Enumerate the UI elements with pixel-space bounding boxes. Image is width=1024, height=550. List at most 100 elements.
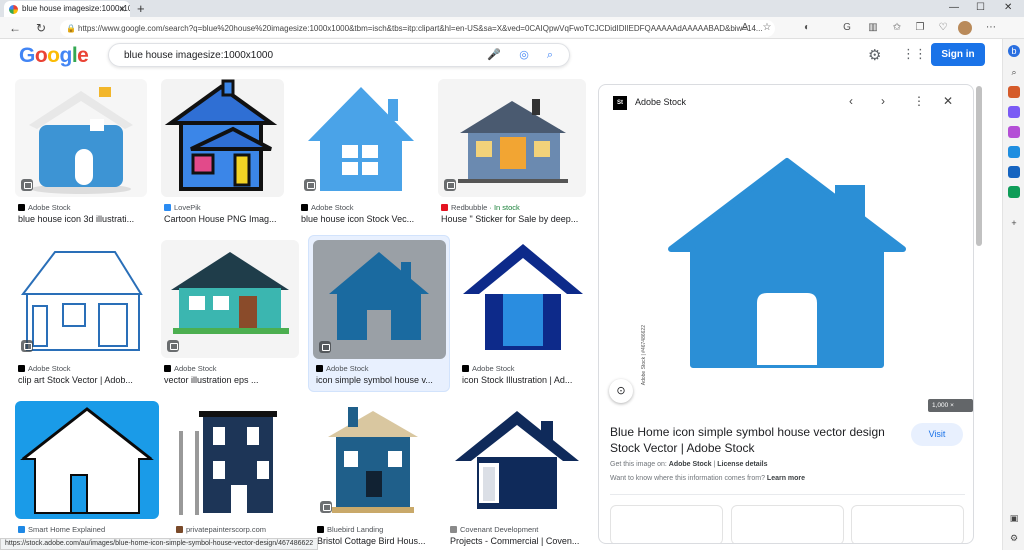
result-thumbnail-8[interactable] [459,240,587,358]
result-source[interactable]: Adobe Stock [18,364,71,373]
result-thumbnail-6[interactable] [161,240,299,358]
get-image-source-link[interactable]: Adobe Stock [669,461,712,468]
preview-image[interactable] [641,121,933,413]
search-icon[interactable]: ⌕ [543,48,557,62]
image-title[interactable]: Blue Home icon simple symbol house vecto… [610,424,905,456]
result-caption[interactable]: vector illustration eps ... [164,375,298,385]
split-screen-icon[interactable]: ▥ [866,21,880,35]
previous-result-icon[interactable]: ‹ [849,94,853,108]
panel-scrollbar[interactable] [976,86,982,246]
outlook-icon[interactable] [1008,166,1020,178]
tab-title: blue house imagesize:1000x100 [22,4,130,13]
sign-in-button[interactable]: Sign in [931,43,985,66]
minimize-button[interactable]: — [949,0,959,16]
result-caption[interactable]: blue house icon 3d illustrati... [18,214,152,224]
logo-letter: e [77,44,89,67]
result-caption[interactable]: icon simple symbol house v... [316,375,446,385]
tab-close-icon[interactable]: ✕ [118,1,126,17]
refresh-icon[interactable]: ↻ [36,20,46,36]
related-image-thumbnail[interactable] [610,505,723,543]
result-thumbnail-9[interactable] [15,401,159,519]
refresh-extension-icon[interactable]: G [840,21,854,35]
result-source[interactable]: Adobe Stock [316,364,369,373]
shopping-icon[interactable] [1008,86,1020,98]
result-source[interactable]: Redbubble · In stock [441,203,520,212]
result-caption[interactable]: icon Stock Illustration | Ad... [462,375,587,385]
result-thumbnail-2[interactable] [161,79,284,197]
visual-search-lens-icon[interactable]: ⊙ [609,379,633,403]
sidebar-settings-icon[interactable]: ⚙ [1008,532,1020,544]
favorite-star-icon[interactable]: ☆ [760,21,774,35]
result-source[interactable]: Covenant Development [450,525,538,534]
copilot-icon[interactable]: b [1008,45,1020,57]
microsoft365-icon[interactable] [1008,146,1020,158]
result-source[interactable]: privatepainterscorp.com [176,525,266,534]
google-logo[interactable]: Google [19,44,89,68]
result-source[interactable]: LovePik [164,203,201,212]
extension-icon[interactable]: ◐ [800,21,814,35]
related-image-thumbnail[interactable] [731,505,844,543]
search-box[interactable]: blue house imagesize:1000x1000 🎤 ◎ ⌕ [108,43,570,67]
result-source[interactable]: Adobe Stock [164,364,217,373]
next-result-icon[interactable]: › [881,94,885,108]
more-menu-icon[interactable]: ⋯ [984,21,998,35]
result-caption[interactable]: Projects - Commercial | Coven... [450,536,587,546]
source-favicon-icon [18,204,25,211]
result-caption[interactable]: House " Sticker for Sale by deep... [441,214,586,224]
result-source-name: Adobe Stock [311,203,354,212]
settings-gear-icon[interactable]: ⚙ [868,46,881,64]
result-source[interactable]: Adobe Stock [18,203,71,212]
result-caption[interactable]: clip art Stock Vector | Adob... [18,375,148,385]
sidebar-toggle-icon[interactable]: ▣ [1008,512,1020,524]
image-preview-panel: St Adobe Stock ‹ › ⋮ ✕ Adobe Stock | #467… [598,84,974,544]
panel-source-name: Adobe Stock [635,97,687,107]
add-sidebar-icon[interactable]: + [1008,217,1020,229]
result-thumbnail-1[interactable] [15,79,147,197]
collections-icon[interactable]: ❐ [913,21,927,35]
close-window-button[interactable]: ✕ [1004,0,1012,16]
result-source[interactable]: Adobe Stock [462,364,515,373]
drop-icon[interactable] [1008,186,1020,198]
result-source-name: Smart Home Explained [28,525,106,534]
result-source[interactable]: Adobe Stock [301,203,354,212]
result-caption[interactable]: Cartoon House PNG Imag... [164,214,288,224]
microphone-icon[interactable]: 🎤 [487,48,501,62]
result-thumbnail-4[interactable] [438,79,586,197]
result-thumbnail-3[interactable] [298,79,425,197]
info-source-line: Want to know where this information come… [610,475,805,482]
profile-avatar[interactable] [958,21,972,35]
result-thumbnail-10[interactable] [173,401,300,519]
result-source[interactable]: Bluebird Landing [317,525,383,534]
search-input[interactable]: blue house imagesize:1000x1000 [124,44,273,67]
related-image-thumbnail[interactable] [851,505,964,543]
result-thumbnail-5[interactable] [15,240,148,358]
more-options-icon[interactable]: ⋮ [913,94,925,108]
result-caption[interactable]: Bristol Cottage Bird Hous... [317,536,432,546]
result-source[interactable]: Smart Home Explained [18,525,105,534]
result-source-name: Bluebird Landing [327,525,384,534]
edge-sidebar: b ⌕ + ▣ ⚙ [1002,39,1024,550]
read-aloud-icon[interactable]: A [738,21,752,35]
sidebar-search-icon[interactable]: ⌕ [1008,66,1020,78]
result-thumbnail-7-selected[interactable] [313,240,446,359]
address-bar[interactable]: 🔒 https://www.google.com/search?q=blue%2… [60,20,775,37]
visit-button[interactable]: Visit [911,423,963,446]
image-dimensions: 1,000 × 1,000 [928,399,973,422]
panel-source-header[interactable]: St Adobe Stock [613,95,686,110]
games-icon[interactable] [1008,126,1020,138]
license-details-link[interactable]: License details [717,461,767,468]
maximize-button[interactable]: ☐ [976,0,985,16]
tools-icon[interactable] [1008,106,1020,118]
in-stock-label: · In stock [487,203,520,212]
learn-more-link[interactable]: Learn more [767,475,805,482]
back-icon[interactable]: ← [9,20,21,36]
favorites-icon[interactable]: ✩ [890,21,904,35]
result-thumbnail-12[interactable] [447,401,587,519]
browser-tab[interactable]: blue house imagesize:1000x100 ✕ [4,1,130,17]
result-caption[interactable]: blue house icon Stock Vec... [301,214,425,224]
new-tab-button[interactable]: + [137,0,145,17]
browser-essentials-icon[interactable]: ♡ [936,21,950,35]
lens-icon[interactable]: ◎ [517,48,531,62]
result-thumbnail-11[interactable] [314,401,432,519]
close-panel-icon[interactable]: ✕ [943,94,953,108]
